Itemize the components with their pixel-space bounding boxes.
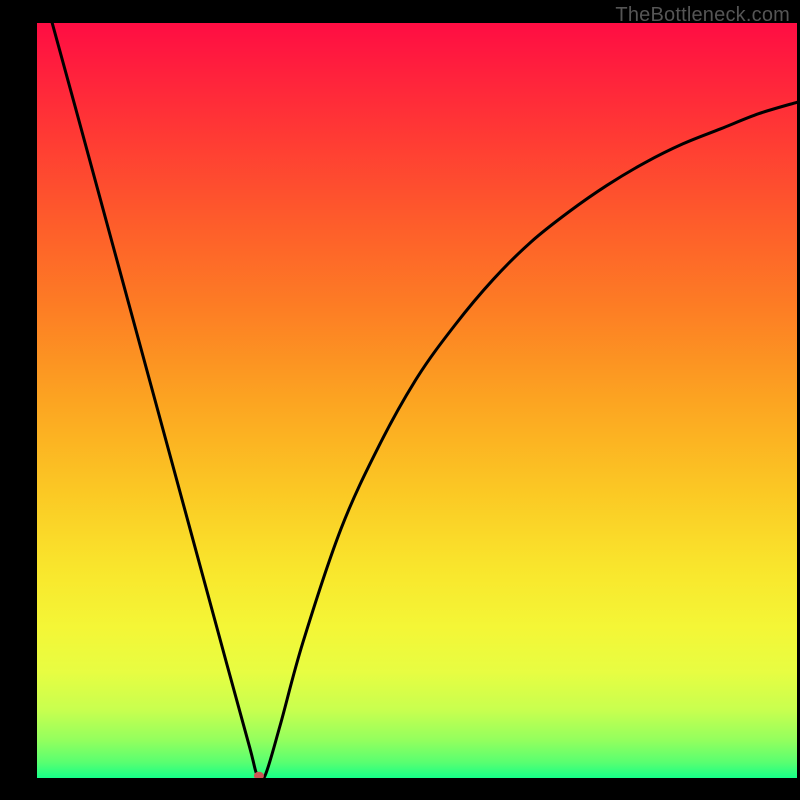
bottleneck-curve-path (52, 23, 797, 778)
curve-svg (37, 23, 797, 778)
chart-container: TheBottleneck.com (0, 0, 800, 800)
plot-area (37, 23, 797, 778)
watermark-text: TheBottleneck.com (615, 4, 790, 27)
